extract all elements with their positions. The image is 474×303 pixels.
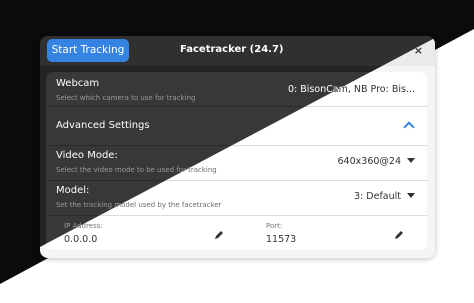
pencil-icon[interactable]: [394, 230, 404, 240]
network-row: IP Address: 0.0.0.0 Port: 11573: [46, 216, 427, 250]
model-dropdown[interactable]: 3: Default: [354, 191, 415, 202]
port-field[interactable]: 11573: [266, 234, 296, 245]
advanced-settings-label: Advanced Settings: [56, 120, 150, 131]
start-tracking-button[interactable]: Start Tracking: [47, 39, 129, 62]
pencil-icon[interactable]: [214, 230, 224, 240]
video-mode-dropdown[interactable]: 640x360@24: [338, 156, 415, 167]
video-mode-label: Video Mode:: [56, 150, 118, 161]
webcam-label: Webcam: [56, 78, 100, 89]
caret-down-icon: [407, 193, 415, 198]
ip-address-field[interactable]: 0.0.0.0: [64, 234, 97, 245]
model-label: Model:: [56, 185, 90, 196]
model-value: 3: Default: [354, 191, 401, 202]
facetracker-window: Start Tracking Facetracker (24.7) × Webc…: [40, 36, 435, 258]
caret-down-icon: [407, 158, 415, 163]
chevron-up-icon[interactable]: [403, 121, 415, 133]
window-title: Facetracker (24.7): [180, 44, 284, 55]
header-bar: Start Tracking Facetracker (24.7) ×: [40, 36, 435, 66]
video-mode-value: 640x360@24: [337, 156, 401, 167]
webcam-subtitle: Select which camera to use for tracking: [56, 94, 196, 102]
port-label: Port:: [266, 222, 283, 230]
